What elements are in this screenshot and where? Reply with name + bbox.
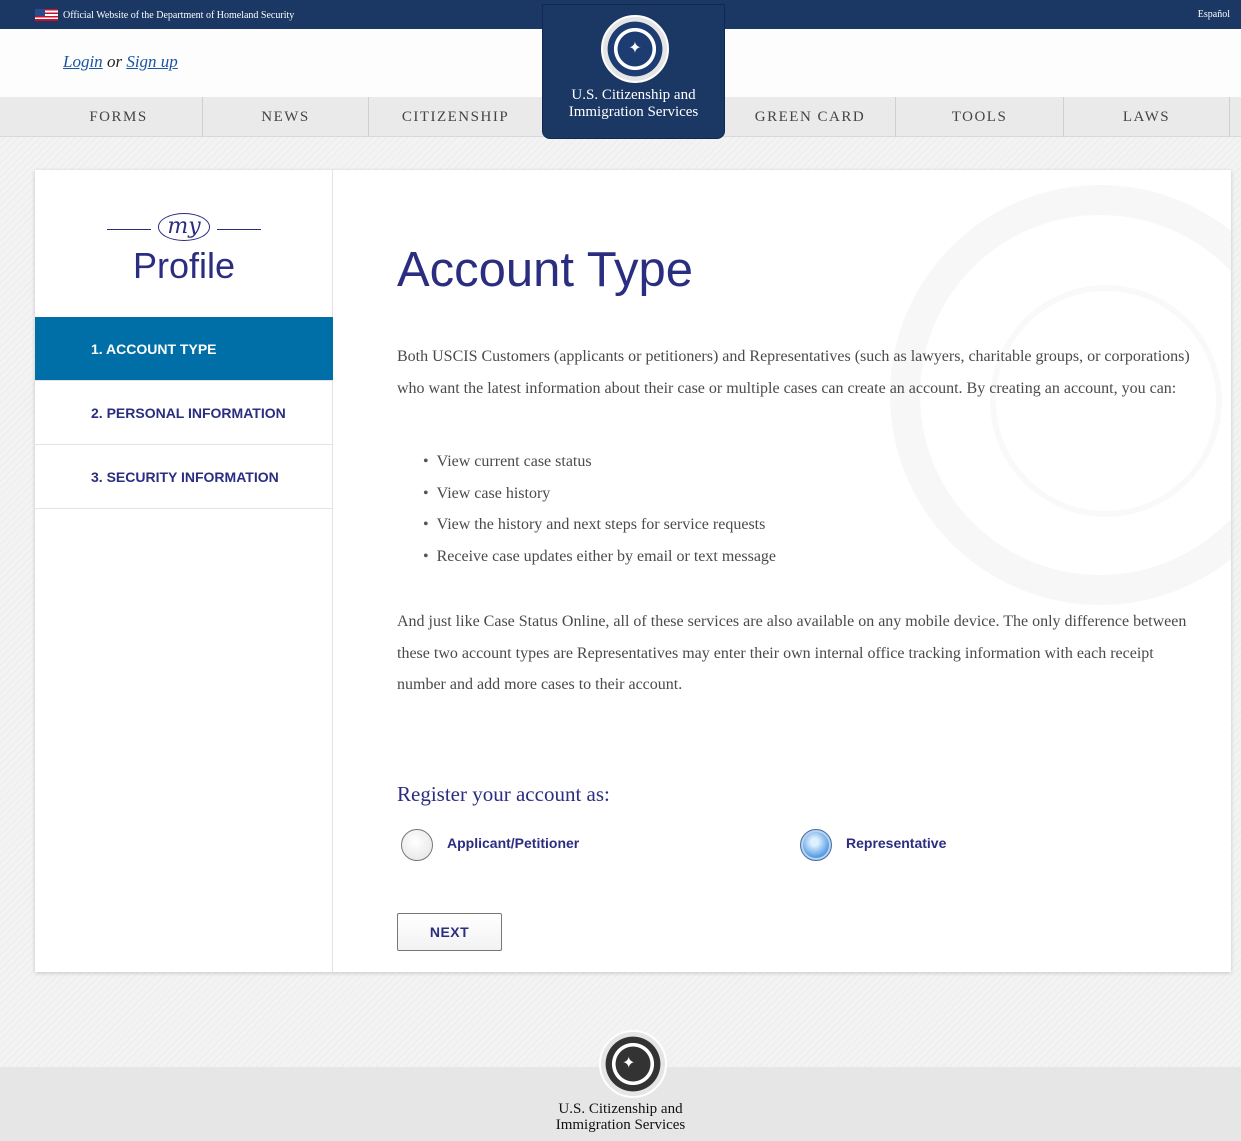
list-item: View current case status <box>423 446 776 478</box>
next-button[interactable]: NEXT <box>397 913 502 951</box>
page-title: Account Type <box>397 243 694 297</box>
radio-applicant-petitioner[interactable] <box>401 829 433 861</box>
auth-links: Login or Sign up <box>63 52 178 72</box>
nav-forms[interactable]: FORMS <box>35 97 203 137</box>
us-flag-icon <box>35 9 58 21</box>
logo-line-2: Immigration Services <box>568 104 699 120</box>
list-item: Receive case updates either by email or … <box>423 541 776 573</box>
language-link-espanol[interactable]: Español <box>1198 9 1230 20</box>
footer-line-1: U.S. Citizenship and <box>558 1101 683 1117</box>
decorative-line-left <box>107 229 151 230</box>
step-list: 1. ACCOUNT TYPE 2. PERSONAL INFORMATION … <box>35 317 333 509</box>
auth-or-text: or <box>106 52 123 71</box>
official-website-text: Official Website of the Department of Ho… <box>63 10 295 21</box>
dhs-seal-icon[interactable]: ✦ <box>599 1030 667 1098</box>
profile-heading: Profile <box>132 245 236 286</box>
signup-link[interactable]: Sign up <box>126 52 177 71</box>
step-personal-information[interactable]: 2. PERSONAL INFORMATION <box>35 381 333 445</box>
register-label: Register your account as: <box>397 782 610 806</box>
nav-news[interactable]: NEWS <box>203 97 369 137</box>
account-type-card: my Profile 1. ACCOUNT TYPE 2. PERSONAL I… <box>35 170 1231 972</box>
my-profile-logo: my Profile <box>35 205 333 287</box>
footer-line-2: Immigration Services <box>555 1117 686 1133</box>
my-script-text: my <box>158 213 210 241</box>
step-account-type[interactable]: 1. ACCOUNT TYPE <box>35 317 333 381</box>
login-link[interactable]: Login <box>63 52 103 71</box>
nav-tools[interactable]: TOOLS <box>896 97 1064 137</box>
radio-label-representative[interactable]: Representative <box>846 835 946 851</box>
profile-sidebar: my Profile 1. ACCOUNT TYPE 2. PERSONAL I… <box>35 170 333 972</box>
step-security-information[interactable]: 3. SECURITY INFORMATION <box>35 445 333 509</box>
logo-line-1: U.S. Citizenship and <box>571 87 696 103</box>
outro-paragraph: And just like Case Status Online, all of… <box>397 613 1187 693</box>
nav-citizenship[interactable]: CITIZENSHIP <box>369 97 542 137</box>
list-item: View the history and next steps for serv… <box>423 509 776 541</box>
decorative-line-right <box>217 229 261 230</box>
uscis-logo[interactable]: ✦ U.S. Citizenship and Immigration Servi… <box>542 4 725 139</box>
dhs-seal-icon: ✦ <box>601 15 669 83</box>
list-item: View case history <box>423 478 776 510</box>
footer-logo-text: U.S. Citizenship and Immigration Service… <box>0 1101 1241 1133</box>
intro-paragraph: Both USCIS Customers (applicants or peti… <box>397 348 1190 397</box>
uscis-logo-text: U.S. Citizenship and Immigration Service… <box>543 87 724 121</box>
nav-green-card[interactable]: GREEN CARD <box>725 97 896 137</box>
radio-label-applicant[interactable]: Applicant/Petitioner <box>447 835 579 851</box>
nav-laws[interactable]: LAWS <box>1064 97 1230 137</box>
radio-representative[interactable] <box>800 829 832 861</box>
benefits-list: View current case status View case histo… <box>423 446 776 572</box>
